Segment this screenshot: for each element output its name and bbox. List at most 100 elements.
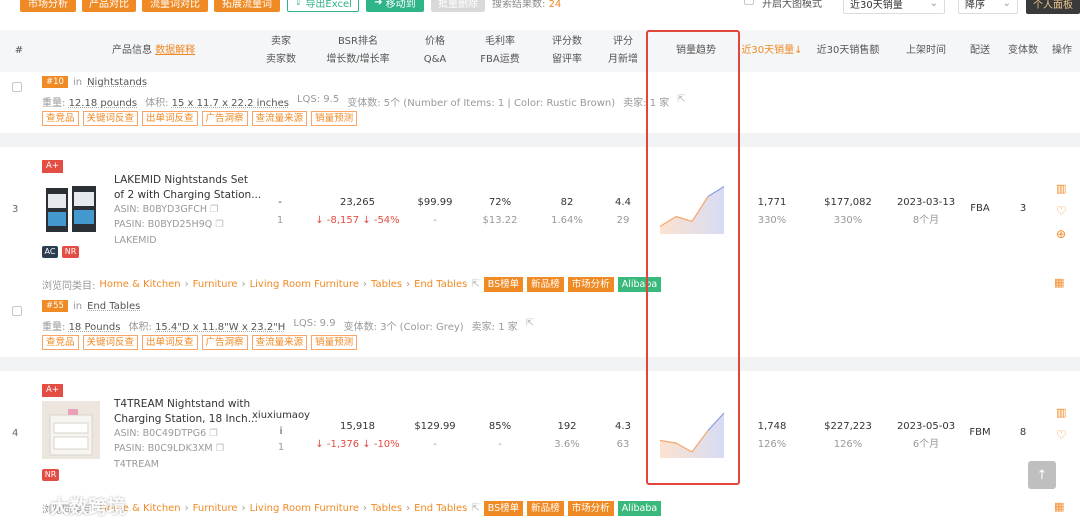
sort-period-select[interactable]: 近30天销量 ⌄ <box>843 0 945 14</box>
fulfillment-value: FBM <box>969 427 991 438</box>
copy-icon[interactable]: ❐ <box>209 428 218 439</box>
rank-badge: #10 <box>42 76 68 88</box>
breadcrumb-item[interactable]: Furniture <box>193 503 238 514</box>
breadcrumb-item[interactable]: End Tables <box>414 279 467 290</box>
market-analysis-tag[interactable]: 市场分析 <box>567 501 614 516</box>
brand-name[interactable]: LAKEMID <box>114 235 157 246</box>
breadcrumb-item[interactable]: Living Room Furniture <box>250 279 359 290</box>
breadcrumb-item[interactable]: Tables <box>371 503 402 514</box>
bsr-rate: ↓ -54% <box>362 215 400 226</box>
copy-icon[interactable]: ❐ <box>216 443 225 454</box>
sales30-cell: 1,748 126% <box>748 418 796 454</box>
tag-ad-insight[interactable]: 广告洞察 <box>201 335 248 350</box>
calculator-icon[interactable]: ▦ <box>1054 500 1064 513</box>
fulfillment-value: FBA <box>970 203 990 214</box>
external-link-icon[interactable]: ⇱ <box>677 94 685 109</box>
weight-label: 重量: <box>42 98 66 109</box>
product-image[interactable] <box>42 401 100 459</box>
col-rating-title: 评分数 <box>552 36 582 47</box>
tag-keyword-reverse[interactable]: 关键词反查 <box>82 111 139 126</box>
alibaba-tag[interactable]: Alibaba <box>617 501 662 516</box>
tag-traffic-source[interactable]: 查流量来源 <box>251 335 308 350</box>
breadcrumb-item[interactable]: Home & Kitchen <box>99 279 180 290</box>
col-price-title: 价格 <box>425 36 445 47</box>
chart-bar-icon[interactable]: ▥ <box>1056 406 1066 419</box>
expand-traffic-button[interactable]: 拓展流量词 <box>214 0 280 12</box>
copy-icon[interactable]: ❐ <box>215 219 224 230</box>
batch-delete-button[interactable]: 批量删除 <box>431 0 485 12</box>
external-link-icon[interactable]: ⇱ <box>526 318 534 333</box>
variants-value: 3 <box>1019 203 1027 214</box>
export-excel-button[interactable]: ⇪ 导出Excel <box>287 0 359 12</box>
market-analysis-button[interactable]: 市场分析 <box>20 0 76 12</box>
revenue30-cell: $227,223 126% <box>814 418 882 454</box>
margin-value: 72% <box>488 197 512 208</box>
market-analysis-tag[interactable]: 市场分析 <box>567 277 614 292</box>
breadcrumb-item[interactable]: Furniture <box>193 279 238 290</box>
tool-tags: 查竞品 关键词反查 出单词反查 广告洞察 查流量来源 销量预测 <box>42 335 358 350</box>
move-to-button[interactable]: ➜ 移动到 <box>366 0 424 12</box>
tag-competitor[interactable]: 查竞品 <box>42 111 79 126</box>
back-to-top-button[interactable]: ↑ <box>1028 461 1056 489</box>
external-link-icon[interactable]: ⇱ <box>471 503 479 514</box>
tag-keyword-reverse[interactable]: 关键词反查 <box>82 335 139 350</box>
tag-order-keyword-reverse[interactable]: 出单词反查 <box>142 111 198 126</box>
traffic-compare-button[interactable]: 流量词对比 <box>142 0 208 12</box>
sales-trend-chart[interactable] <box>656 402 728 462</box>
asin-value[interactable]: ASIN: B0C49DTPG6 <box>114 428 206 439</box>
price-cell: $99.99 - <box>410 194 460 230</box>
add-circle-icon[interactable]: ⊕ <box>1056 227 1066 241</box>
tag-traffic-source[interactable]: 查流量来源 <box>251 111 308 126</box>
bs-list-tag[interactable]: BS榜单 <box>483 277 524 292</box>
rank-category-link[interactable]: Nightstands <box>87 77 147 88</box>
product-compare-button[interactable]: 产品对比 <box>82 0 136 12</box>
bs-list-tag[interactable]: BS榜单 <box>483 501 524 516</box>
product-title[interactable]: T4TREAM Nightstand with Charging Station… <box>114 397 258 427</box>
row-checkbox[interactable] <box>12 82 22 92</box>
pasin-value[interactable]: PASIN: B0C9LDK3XM <box>114 443 213 454</box>
breadcrumb-item[interactable]: Tables <box>371 279 402 290</box>
bsr-cell: 15,918 ↓ -1,376 ↓ -10% <box>310 418 405 454</box>
new-list-tag[interactable]: 新品榜 <box>527 501 564 516</box>
revenue30-value: $177,082 <box>824 197 872 208</box>
fba-fee: $13.22 <box>482 215 518 226</box>
rank-in-label: in <box>72 300 83 312</box>
rank-category-link[interactable]: End Tables <box>87 301 140 312</box>
product-title[interactable]: LAKEMID Nightstands Set of 2 with Chargi… <box>114 173 261 203</box>
sales-trend-chart[interactable] <box>656 178 728 238</box>
alibaba-tag[interactable]: Alibaba <box>617 277 662 292</box>
breadcrumb-item[interactable]: End Tables <box>414 503 467 514</box>
tag-sales-forecast[interactable]: 销量预测 <box>311 335 358 350</box>
asin-value[interactable]: ASIN: B0BYD3GFCH <box>114 204 207 215</box>
tag-ad-insight[interactable]: 广告洞察 <box>201 111 248 126</box>
seller-cell: -1 <box>262 194 298 230</box>
seller-count: 1 <box>276 215 284 226</box>
row-checkbox[interactable] <box>12 306 22 316</box>
calculator-icon[interactable]: ▦ <box>1054 276 1064 289</box>
product-image[interactable] <box>42 178 100 236</box>
result-count-label: 搜索结果数: <box>492 0 546 10</box>
heart-icon[interactable]: ♡ <box>1056 428 1067 442</box>
tag-competitor[interactable]: 查竞品 <box>42 335 79 350</box>
launch-date: 2023-05-03 <box>896 421 956 432</box>
product-title-line1: T4TREAM Nightstand with <box>114 398 251 410</box>
chart-bar-icon[interactable]: ▥ <box>1056 182 1066 195</box>
pasin-value[interactable]: PASIN: B0BYD25H9Q <box>114 219 212 230</box>
col-actions: 操作 <box>1052 45 1072 56</box>
tag-order-keyword-reverse[interactable]: 出单词反查 <box>142 335 198 350</box>
sort-order-select[interactable]: 降序 ⌄ <box>958 0 1018 14</box>
profile-panel-button[interactable]: 个人面板 <box>1026 0 1080 14</box>
breadcrumb-label: 浏览同类目: <box>42 281 96 292</box>
col-sales30-sort[interactable]: 近30天销量↓ <box>740 42 804 60</box>
seller-value[interactable]: xiuxiumaoyi <box>252 408 310 440</box>
breadcrumb: 浏览同类目: Home & Kitchen › Furniture › Living… <box>42 501 662 516</box>
heart-icon[interactable]: ♡ <box>1056 204 1067 218</box>
brand-name[interactable]: T4TREAM <box>114 459 159 470</box>
new-list-tag[interactable]: 新品榜 <box>527 277 564 292</box>
big-image-checkbox[interactable] <box>744 0 754 5</box>
external-link-icon[interactable]: ⇱ <box>471 279 479 290</box>
copy-icon[interactable]: ❐ <box>210 204 219 215</box>
breadcrumb-item[interactable]: Living Room Furniture <box>250 503 359 514</box>
tag-sales-forecast[interactable]: 销量预测 <box>311 111 358 126</box>
data-explain-link[interactable]: 数据解释 <box>155 45 195 56</box>
